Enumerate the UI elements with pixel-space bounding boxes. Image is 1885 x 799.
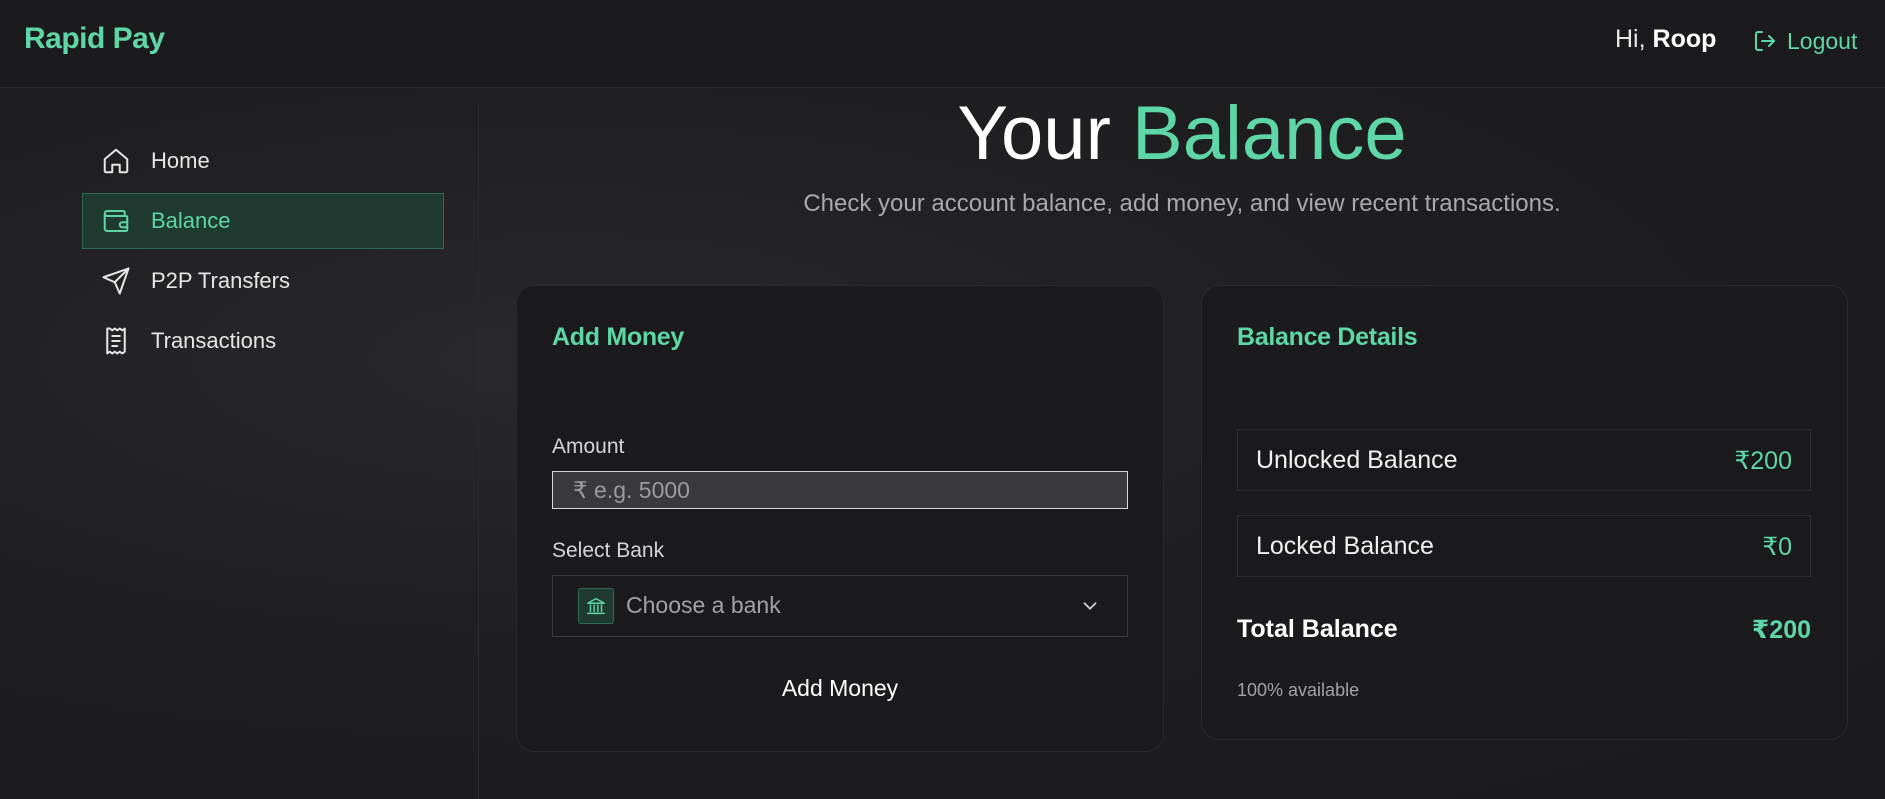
unlocked-balance-label: Unlocked Balance xyxy=(1256,446,1458,474)
page-title: Your Balance xyxy=(518,90,1846,178)
select-bank-label: Select Bank xyxy=(552,539,665,562)
sidebar-item-home[interactable]: Home xyxy=(82,133,444,189)
add-money-button[interactable]: Add Money xyxy=(552,664,1128,712)
wallet-icon xyxy=(103,210,129,232)
page-title-part2: Balance xyxy=(1132,91,1407,176)
sidebar-item-p2p-transfers[interactable]: P2P Transfers xyxy=(82,253,444,309)
sidebar-item-label: Balance xyxy=(151,208,231,233)
balance-details-card xyxy=(1201,285,1848,740)
greeting-prefix: Hi, xyxy=(1615,25,1646,53)
home-icon xyxy=(103,148,129,174)
logout-button[interactable]: Logout xyxy=(1753,25,1857,57)
logout-icon xyxy=(1755,31,1775,51)
locked-balance-label: Locked Balance xyxy=(1256,532,1434,560)
total-balance-label: Total Balance xyxy=(1237,615,1398,643)
unlocked-balance-value: ₹200 xyxy=(1734,447,1792,475)
amount-input[interactable] xyxy=(552,471,1128,509)
sidebar-divider xyxy=(478,105,479,799)
user-greeting: Hi, Roop xyxy=(1615,25,1716,54)
amount-label: Amount xyxy=(552,435,625,458)
user-name: Roop xyxy=(1652,25,1717,53)
unlocked-balance-row: Unlocked Balance ₹200 xyxy=(1237,429,1811,491)
bank-select-value: Choose a bank xyxy=(626,592,781,618)
send-icon xyxy=(102,267,130,295)
balance-details-title: Balance Details xyxy=(1237,323,1418,351)
sidebar-item-balance[interactable]: Balance xyxy=(82,193,444,249)
logout-label: Logout xyxy=(1787,27,1858,54)
brand-logo[interactable]: Rapid Pay xyxy=(24,22,165,56)
available-percentage: 100% available xyxy=(1237,680,1360,700)
bank-icon xyxy=(578,588,614,624)
chevron-down-icon xyxy=(1083,602,1097,610)
top-bar: Rapid Pay Hi, Roop Logout xyxy=(0,0,1885,88)
sidebar-item-label: P2P Transfers xyxy=(151,268,290,293)
locked-balance-value: ₹0 xyxy=(1762,533,1792,561)
sidebar-item-label: Home xyxy=(151,148,210,173)
bank-select[interactable]: Choose a bank xyxy=(552,575,1128,637)
total-balance-value: ₹200 xyxy=(1751,616,1811,644)
receipt-icon xyxy=(106,327,126,355)
locked-balance-row: Locked Balance ₹0 xyxy=(1237,515,1811,577)
sidebar-item-label: Transactions xyxy=(151,328,277,353)
add-money-title: Add Money xyxy=(552,323,685,351)
sidebar-item-transactions[interactable]: Transactions xyxy=(82,313,444,369)
page-title-part1: Your xyxy=(957,91,1111,176)
page-subtitle: Check your account balance, add money, a… xyxy=(803,190,1561,217)
